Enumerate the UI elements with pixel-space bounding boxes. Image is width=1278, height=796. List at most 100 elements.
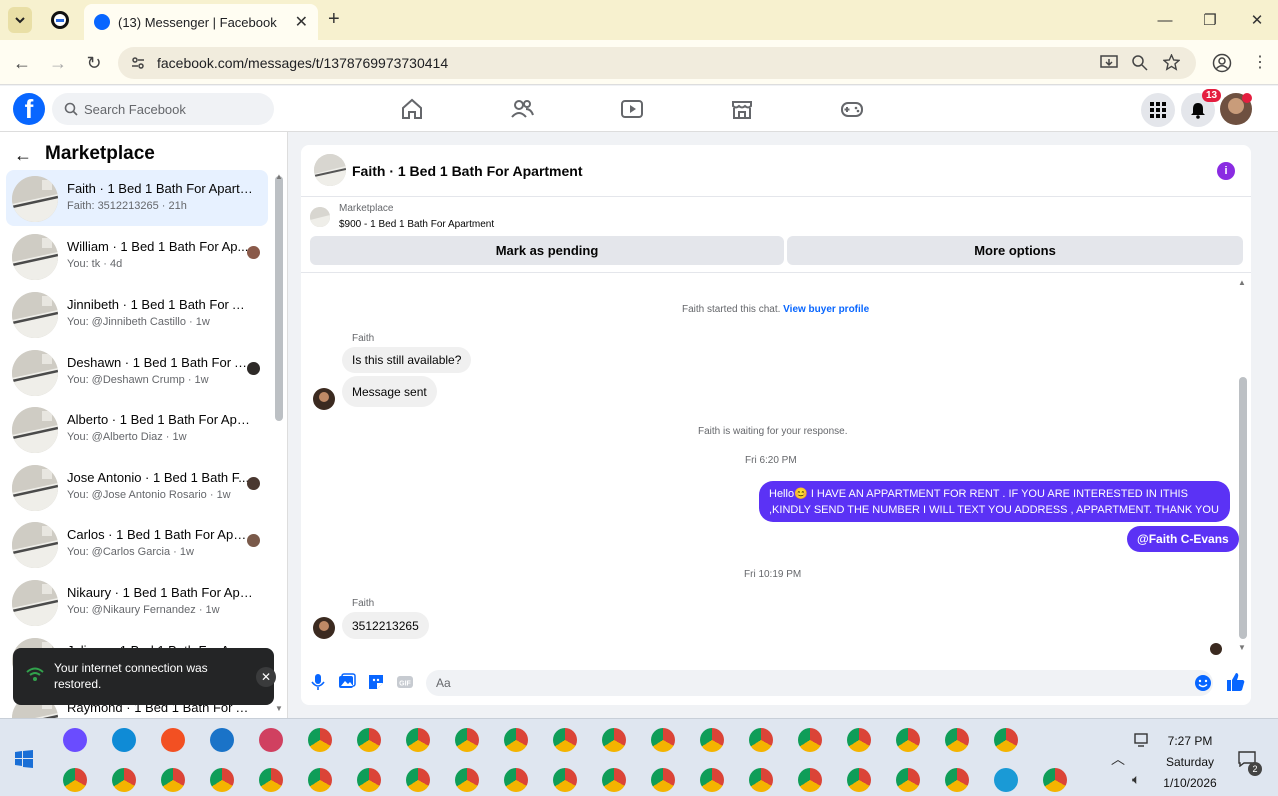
chrome-icon[interactable] [749, 728, 773, 752]
conversation-item[interactable]: Nikaury · 1 Bed 1 Bath For Apart... You: … [6, 574, 268, 630]
back-icon[interactable]: ← [11, 52, 33, 74]
facebook-logo-icon[interactable]: f [13, 93, 45, 125]
chrome-icon[interactable] [700, 728, 724, 752]
scroll-up-icon[interactable]: ▲ [275, 172, 283, 181]
chrome-icon[interactable] [357, 768, 381, 792]
windows-start-icon[interactable] [15, 750, 33, 768]
incoming-message[interactable]: Message sent [342, 376, 437, 407]
conversation-item[interactable]: Deshawn · 1 Bed 1 Bath For A... You: @Des… [6, 344, 268, 400]
menu-grid-button[interactable] [1141, 93, 1175, 127]
reload-icon[interactable]: ↻ [83, 52, 105, 74]
zoom-icon[interactable] [1132, 55, 1148, 71]
more-options-button[interactable]: More options [787, 236, 1243, 265]
chrome-icon[interactable] [406, 728, 430, 752]
chrome-icon[interactable] [357, 728, 381, 752]
emoji-icon[interactable] [1194, 674, 1212, 692]
paint-icon[interactable] [259, 728, 283, 752]
chrome-icon[interactable] [63, 768, 87, 792]
chrome-icon[interactable] [210, 768, 234, 792]
info-icon[interactable]: i [1217, 162, 1235, 180]
listing-price-title[interactable]: $900 - 1 Bed 1 Bath For Apartment [339, 219, 494, 230]
forward-icon[interactable]: → [47, 52, 69, 74]
chrome-icon[interactable] [945, 768, 969, 792]
chrome-icon[interactable] [112, 768, 136, 792]
install-app-icon[interactable] [1100, 55, 1118, 71]
chrome-icon[interactable] [406, 768, 430, 792]
thumbs-up-icon[interactable] [1226, 672, 1246, 692]
mark-pending-button[interactable]: Mark as pending [310, 236, 784, 265]
profile-icon[interactable] [1212, 53, 1232, 73]
chrome-icon[interactable] [308, 768, 332, 792]
search-input[interactable]: Search Facebook [52, 93, 274, 125]
tab-search-dropdown[interactable] [8, 7, 32, 33]
chrome-icon[interactable] [553, 768, 577, 792]
copilot-icon[interactable] [63, 728, 87, 752]
gif-icon[interactable]: GIF [396, 673, 414, 691]
chrome-icon[interactable] [798, 728, 822, 752]
system-clock[interactable]: 7:27 PM Saturday 1/10/2026 [1155, 731, 1225, 794]
scroll-down-icon[interactable]: ▼ [275, 704, 283, 713]
outlook-icon[interactable] [210, 728, 234, 752]
microphone-icon[interactable] [309, 673, 327, 691]
chrome-icon[interactable] [896, 728, 920, 752]
toast-close-icon[interactable]: ✕ [256, 667, 276, 687]
tray-chevron-icon[interactable]: ︿ [1111, 749, 1125, 769]
chrome-icon[interactable] [455, 728, 479, 752]
chrome-icon[interactable] [896, 768, 920, 792]
chat-title[interactable]: Faith · 1 Bed 1 Bath For Apartment [352, 163, 583, 179]
outgoing-message[interactable]: Hello😊 I HAVE AN APPARTMENT FOR RENT . I… [759, 481, 1230, 522]
listing-thumbnail[interactable] [314, 154, 346, 186]
edge-icon[interactable] [112, 728, 136, 752]
conversation-item[interactable]: Alberto · 1 Bed 1 Bath For Apart... You: … [6, 401, 268, 457]
extension-icon[interactable] [50, 10, 70, 30]
listing-mini-thumbnail[interactable] [310, 207, 330, 227]
chat-scrollbar[interactable] [1239, 377, 1247, 639]
sidebar-scrollbar[interactable] [275, 176, 283, 421]
chrome-icon[interactable] [161, 768, 185, 792]
scroll-down-icon[interactable]: ▼ [1238, 643, 1246, 652]
minimize-icon[interactable]: — [1155, 10, 1175, 30]
chrome-icon[interactable] [504, 768, 528, 792]
new-tab-button[interactable]: + [328, 8, 340, 31]
store-icon[interactable] [161, 728, 185, 752]
photo-icon[interactable] [338, 673, 356, 691]
restore-icon[interactable]: ❐ [1200, 10, 1220, 30]
outgoing-mention[interactable]: @Faith C-Evans [1127, 526, 1239, 552]
address-bar[interactable]: facebook.com/messages/t/1378769973730414 [118, 47, 1196, 79]
incoming-message[interactable]: 3512213265 [342, 612, 429, 639]
back-arrow-icon[interactable]: ← [14, 145, 32, 166]
chrome-icon[interactable] [602, 728, 626, 752]
chrome-icon[interactable] [847, 768, 871, 792]
browser-menu-icon[interactable]: ⋮ [1252, 52, 1268, 72]
site-info-icon[interactable] [130, 55, 146, 71]
conversation-item[interactable]: Faith · 1 Bed 1 Bath For Apartme... Faith… [6, 170, 268, 226]
incoming-message[interactable]: Is this still available? [342, 347, 472, 373]
browser-tab-messenger[interactable]: (13) Messenger | Facebook ✕ [84, 4, 318, 40]
chrome-icon[interactable] [553, 728, 577, 752]
conversation-item[interactable]: Jose Antonio · 1 Bed 1 Bath F... You: @Jo… [6, 459, 268, 515]
chrome-icon[interactable] [1043, 768, 1067, 792]
video-icon[interactable] [619, 96, 645, 122]
chrome-icon[interactable] [749, 768, 773, 792]
close-window-icon[interactable]: ✕ [1247, 10, 1267, 30]
scroll-up-icon[interactable]: ▲ [1238, 278, 1246, 287]
chrome-icon[interactable] [651, 768, 675, 792]
chrome-icon[interactable] [259, 768, 283, 792]
chrome-icon[interactable] [455, 768, 479, 792]
chrome-icon[interactable] [308, 728, 332, 752]
bookmark-star-icon[interactable] [1163, 54, 1180, 71]
conversation-item[interactable]: William · 1 Bed 1 Bath For Ap... You: tk … [6, 228, 268, 284]
chrome-icon[interactable] [651, 728, 675, 752]
sticker-icon[interactable] [367, 673, 385, 691]
chrome-icon[interactable] [504, 728, 528, 752]
sender-avatar[interactable] [313, 388, 335, 410]
view-buyer-profile-link[interactable]: View buyer profile [783, 304, 869, 315]
chrome-icon[interactable] [945, 728, 969, 752]
chrome-icon[interactable] [994, 728, 1018, 752]
chrome-icon[interactable] [798, 768, 822, 792]
chrome-icon[interactable] [602, 768, 626, 792]
sender-avatar[interactable] [313, 617, 335, 639]
conversation-item[interactable]: Carlos · 1 Bed 1 Bath For Apar... You: @C… [6, 516, 268, 572]
chrome-icon[interactable] [847, 728, 871, 752]
marketplace-icon[interactable] [729, 96, 755, 122]
